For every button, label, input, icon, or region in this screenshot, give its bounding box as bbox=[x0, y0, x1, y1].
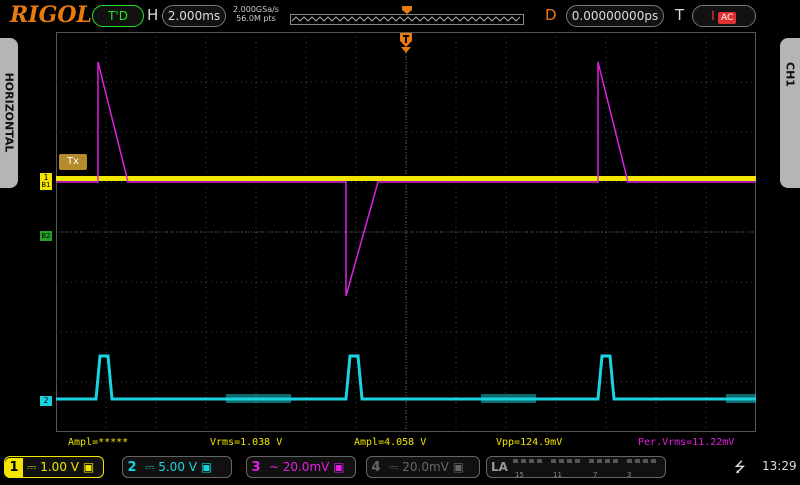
la-bit bbox=[559, 459, 564, 463]
ch1-bandwidth-icon: ▣ bbox=[82, 460, 95, 474]
trigger-button[interactable]: ⦚ AC bbox=[692, 5, 756, 27]
la-bit bbox=[551, 459, 556, 463]
ch2-bandwidth-icon: ▣ bbox=[200, 460, 213, 474]
ch1-number: 1 bbox=[5, 458, 23, 478]
measurement-3: Ampl=4.058 V bbox=[354, 437, 427, 448]
usb-icon: ⭍ bbox=[734, 460, 746, 476]
waveform-display[interactable] bbox=[56, 32, 756, 432]
b1-bus-marker[interactable]: B1 bbox=[40, 180, 52, 190]
timebase-button[interactable]: 2.000ms bbox=[162, 5, 226, 27]
overview-trigger-marker bbox=[402, 6, 412, 14]
horizontal-tab-label: HORIZONTAL bbox=[2, 72, 16, 153]
trigger-status-badge: T'D bbox=[92, 5, 144, 27]
ch3-bandwidth-icon: ▣ bbox=[333, 460, 345, 474]
ch2-level-marker[interactable]: 2 bbox=[40, 396, 52, 406]
ch1-tab-label: CH1 bbox=[783, 62, 797, 87]
ch2-noise-band bbox=[726, 394, 756, 403]
clock: 13:29 bbox=[762, 459, 797, 473]
la-bit bbox=[651, 459, 656, 463]
acquisition-info: 2.000GSa/s 56.0M pts bbox=[228, 5, 284, 23]
ch2-scale-button[interactable]: 2 ⎓ 5.00 V ▣ bbox=[122, 456, 232, 478]
ch4-bandwidth-icon: ▣ bbox=[452, 460, 465, 474]
trigger-edge-icon: ⦚ bbox=[711, 9, 715, 23]
horizontal-label: H bbox=[147, 6, 159, 24]
la-bit bbox=[521, 459, 526, 463]
ch1-side-tab[interactable]: CH1 bbox=[780, 38, 800, 188]
ch1-scale: 1.00 V bbox=[40, 460, 79, 474]
tx-bus-label: Tx bbox=[59, 154, 87, 170]
la-button[interactable]: LA 15 11 7 3 bbox=[486, 456, 666, 479]
trigger-position-icon bbox=[400, 33, 412, 53]
la-bit bbox=[567, 459, 572, 463]
memory-depth: 56.0M pts bbox=[236, 14, 276, 23]
ch4-coupling-icon: ⎓ bbox=[388, 460, 399, 474]
measurement-5: Per.Vrms=11.22mV bbox=[638, 437, 735, 448]
ch2-noise-band bbox=[481, 394, 536, 403]
ch2-number: 2 bbox=[127, 460, 137, 475]
trigger-source-badge: AC bbox=[718, 12, 737, 24]
la-group-7: 7 bbox=[593, 471, 598, 479]
la-group-3: 3 bbox=[627, 471, 632, 479]
la-group-15: 15 bbox=[515, 471, 524, 479]
brand-logo: RIGOL bbox=[10, 2, 92, 28]
horizontal-side-tab[interactable]: HORIZONTAL bbox=[0, 38, 18, 188]
la-bit bbox=[627, 459, 632, 463]
b2-bus-marker[interactable]: B2 bbox=[40, 231, 52, 241]
ch1-scale-button[interactable]: 1 ⎓ 1.00 V ▣ bbox=[4, 456, 104, 478]
top-status-bar: RIGOL T'D H 2.000ms 2.000GSa/s 56.0M pts… bbox=[0, 0, 800, 30]
ch2-noise-band bbox=[226, 394, 291, 403]
la-channel-grid-icon bbox=[513, 459, 656, 463]
la-bit bbox=[635, 459, 640, 463]
la-bit bbox=[597, 459, 602, 463]
ch4-scale: 20.0mV bbox=[402, 460, 449, 474]
la-bit bbox=[605, 459, 610, 463]
ch4-number: 4 bbox=[371, 460, 381, 475]
la-bit bbox=[529, 459, 534, 463]
la-bit bbox=[643, 459, 648, 463]
ch3-scale-button[interactable]: 3 ~ 20.0mV ▣ bbox=[246, 456, 356, 478]
la-group-11: 11 bbox=[553, 471, 562, 479]
ch3-number: 3 bbox=[251, 460, 261, 475]
la-label: LA bbox=[491, 460, 508, 474]
trigger-label: T bbox=[675, 6, 685, 24]
la-bit bbox=[575, 459, 580, 463]
la-bit bbox=[537, 459, 542, 463]
trigger-position-marker[interactable] bbox=[400, 33, 412, 59]
graticule-svg bbox=[56, 32, 756, 432]
la-bit bbox=[589, 459, 594, 463]
delay-button[interactable]: 0.00000000ps bbox=[566, 5, 664, 27]
ch3-scale: 20.0mV bbox=[282, 460, 330, 474]
ch3-coupling-icon: ~ bbox=[268, 460, 279, 474]
measurement-1: Ampl=***** bbox=[68, 437, 129, 448]
ch2-coupling-icon: ⎓ bbox=[144, 460, 155, 474]
ch4-scale-button[interactable]: 4 ⎓ 20.0mV ▣ bbox=[366, 456, 480, 478]
la-bit bbox=[613, 459, 618, 463]
ch1-trace bbox=[56, 176, 756, 181]
measurement-4: Vpp=124.9mV bbox=[496, 437, 563, 448]
ch2-scale: 5.00 V bbox=[158, 460, 197, 474]
la-bit bbox=[513, 459, 518, 463]
memory-overview-bar[interactable] bbox=[290, 6, 524, 26]
overview-waveform bbox=[290, 6, 524, 25]
delay-label: D bbox=[545, 6, 557, 24]
ch1-coupling-icon: ⎓ bbox=[26, 460, 37, 474]
measurement-2: Vrms=1.038 V bbox=[210, 437, 283, 448]
sample-rate: 2.000GSa/s bbox=[233, 5, 279, 14]
